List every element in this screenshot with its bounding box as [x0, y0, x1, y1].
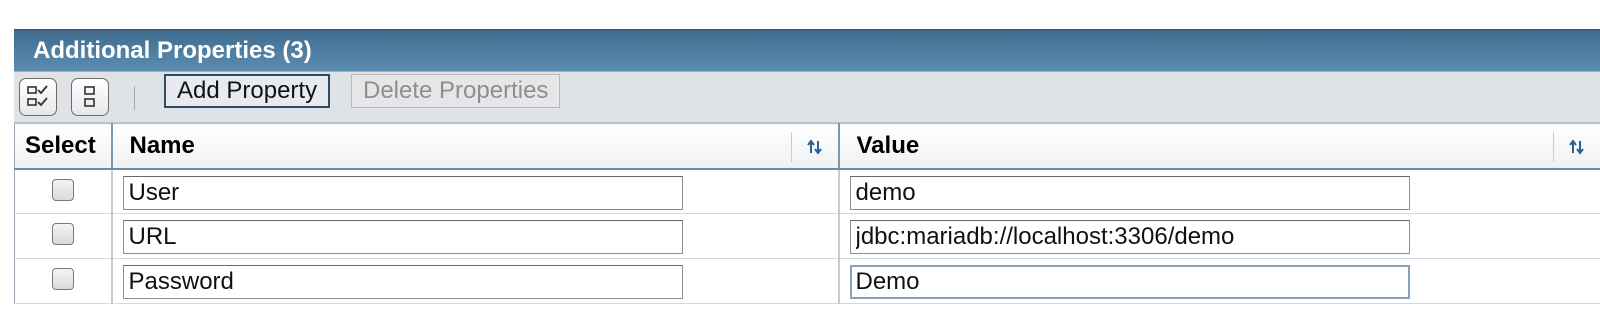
additional-properties-panel: Additional Properties (3) Add Property D… — [14, 29, 1600, 314]
sort-icon[interactable] — [1552, 132, 1600, 162]
toolbar: Add Property Delete Properties — [14, 71, 1600, 123]
column-header-value-label: Value — [856, 131, 920, 159]
name-cell — [111, 168, 840, 214]
value-cell — [838, 168, 1600, 214]
property-name-input[interactable] — [122, 220, 683, 254]
table-row — [14, 258, 1600, 304]
row-checkbox[interactable] — [52, 178, 74, 201]
delete-properties-button[interactable]: Delete Properties — [351, 74, 561, 108]
property-name-input[interactable] — [122, 265, 683, 299]
deselect-all-button[interactable] — [71, 78, 109, 116]
select-all-icon — [27, 85, 48, 107]
name-cell — [111, 213, 840, 259]
sort-icon[interactable] — [790, 132, 838, 162]
panel-title: Additional Properties (3) — [14, 29, 1600, 71]
deselect-all-icon — [84, 86, 95, 107]
add-property-button[interactable]: Add Property — [164, 74, 331, 108]
row-checkbox[interactable] — [52, 223, 74, 245]
property-value-input[interactable] — [849, 220, 1410, 254]
value-cell — [838, 213, 1600, 259]
column-header-value[interactable]: Value — [838, 123, 1600, 170]
value-cell — [838, 258, 1600, 304]
select-cell — [14, 258, 113, 304]
select-cell — [14, 168, 113, 214]
properties-table: Select Name Value — [14, 123, 1600, 304]
column-header-name[interactable]: Name — [111, 123, 840, 170]
select-all-button[interactable] — [19, 78, 57, 116]
table-row — [14, 168, 1600, 214]
property-value-input[interactable] — [849, 175, 1410, 210]
name-cell — [111, 258, 840, 304]
property-value-input[interactable] — [849, 265, 1410, 299]
column-header-select: Select — [14, 123, 113, 170]
select-cell — [14, 213, 113, 259]
table-header-row: Select Name Value — [14, 123, 1600, 170]
property-name-input[interactable] — [122, 175, 683, 210]
table-row — [14, 213, 1600, 259]
row-checkbox[interactable] — [52, 268, 74, 290]
column-header-name-label: Name — [129, 131, 195, 159]
toolbar-separator — [134, 86, 135, 110]
